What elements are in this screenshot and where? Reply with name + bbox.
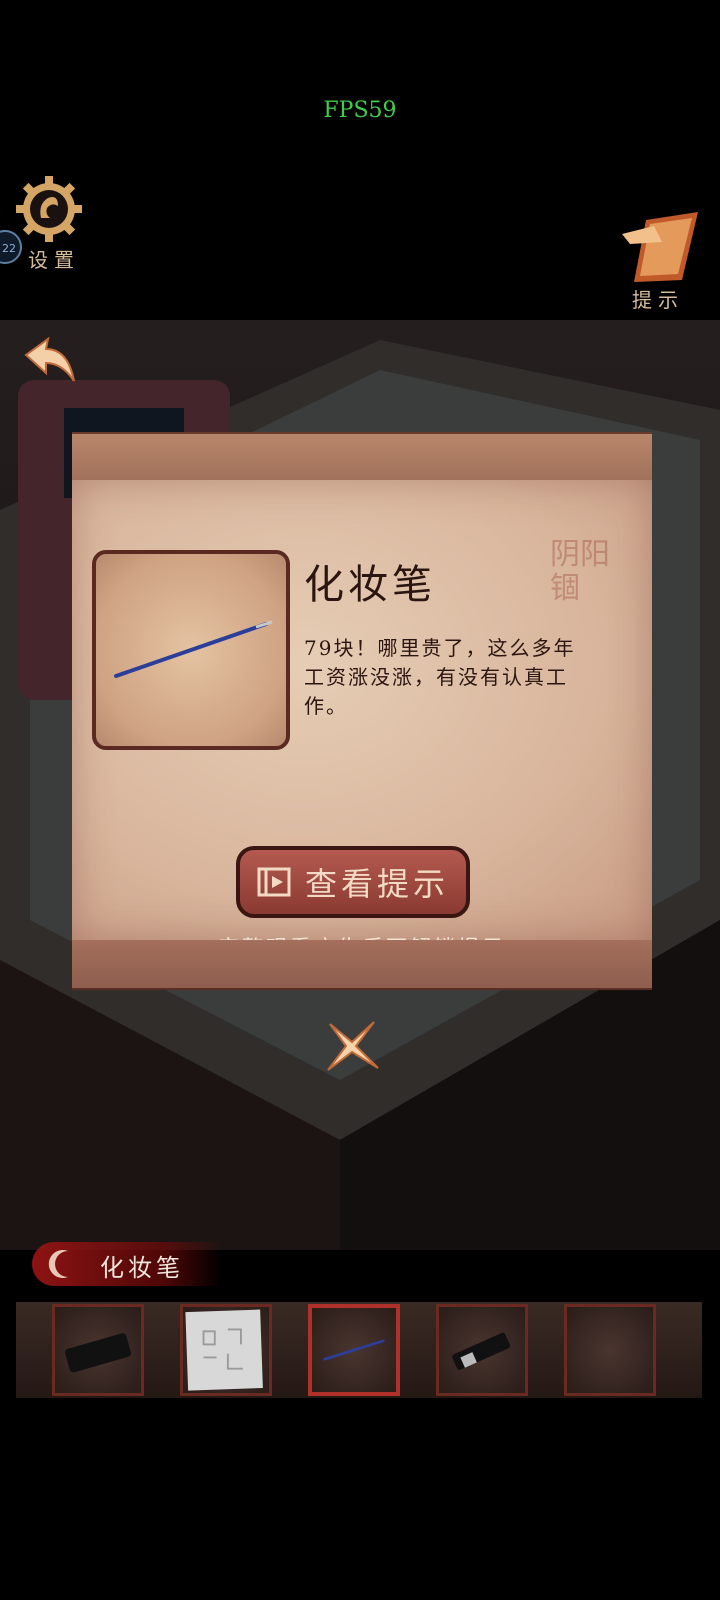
panel-top-border — [72, 432, 652, 482]
paper-note-icon — [185, 1309, 263, 1391]
lighter-icon — [452, 1332, 511, 1370]
back-arrow-icon[interactable] — [22, 335, 82, 387]
inventory-slot-lighter[interactable] — [436, 1304, 528, 1396]
panel-bottom-border — [72, 940, 652, 990]
inventory-slot-brush[interactable] — [308, 1304, 400, 1396]
hint-button[interactable]: 提示 — [622, 212, 718, 312]
item-image-frame — [92, 550, 290, 750]
item-detail-panel: 化妆笔 79块！哪里贵了，这么多年工资涨没涨，有没有认真工作。 阴阳锢 查看提示… — [72, 432, 652, 992]
makeup-brush-icon — [114, 620, 273, 678]
selected-item-bar: 化妆笔 — [32, 1242, 222, 1286]
gear-icon — [16, 176, 82, 242]
seal-watermark: 阴阳锢 — [550, 537, 610, 606]
inventory-bar — [16, 1302, 702, 1398]
fps-counter: FPS59 — [323, 98, 397, 123]
panel-body: 化妆笔 79块！哪里贵了，这么多年工资涨没涨，有没有认真工作。 阴阳锢 查看提示… — [72, 480, 652, 960]
inventory-slot-phone[interactable] — [52, 1304, 144, 1396]
view-hint-label: 查看提示 — [304, 865, 449, 903]
hint-label: 提示 — [632, 288, 684, 312]
hint-card-icon — [622, 212, 698, 282]
inventory-slot-empty[interactable] — [564, 1304, 656, 1396]
selected-item-name: 化妆笔 — [100, 1254, 184, 1282]
close-icon[interactable] — [322, 1018, 382, 1074]
inventory-slot-paper[interactable] — [180, 1304, 272, 1396]
video-icon — [257, 867, 291, 897]
crescent-icon — [48, 1250, 68, 1278]
phone-icon — [64, 1333, 132, 1373]
makeup-brush-icon — [323, 1339, 385, 1361]
view-hint-button[interactable]: 查看提示 — [236, 846, 470, 918]
item-title: 化妆笔 — [304, 562, 436, 608]
settings-label: 设置 — [28, 248, 80, 272]
settings-button[interactable]: 22 设置 — [0, 174, 100, 274]
